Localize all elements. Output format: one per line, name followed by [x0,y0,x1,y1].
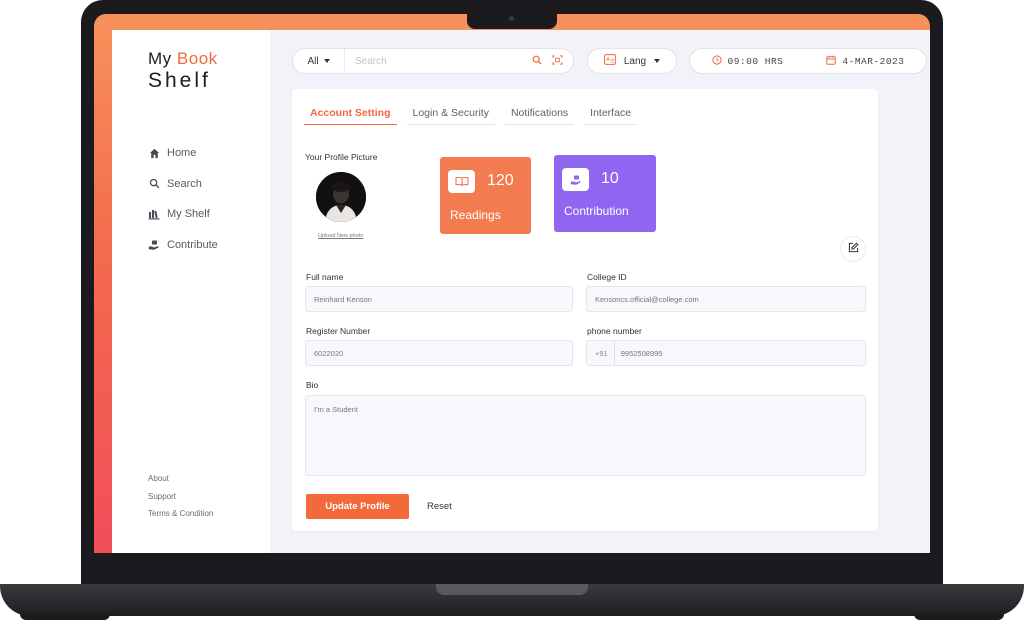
svg-text:文: 文 [610,57,615,64]
terms-link[interactable]: Terms & Condition [148,505,213,523]
edit-profile-button[interactable] [840,236,866,262]
language-selector[interactable]: A文 Lang [587,48,677,74]
register-number-label: Register Number [306,326,371,336]
search-icon[interactable] [532,52,542,70]
home-icon [148,147,160,159]
college-id-field[interactable]: Kensoncs.official@college.com [586,286,866,312]
search-input[interactable] [345,55,532,67]
phone-number-value: 9952508995 [620,348,663,358]
phone-number-label: phone number [587,326,642,336]
edit-icon [848,240,859,258]
brand-prefix: My [148,49,172,68]
calendar-icon [826,55,837,68]
college-id-value: Kensoncs.official@college.com [595,294,699,304]
clock-icon [711,54,722,68]
search-filter-value: All [307,55,319,67]
sidebar-item-label: Home [167,147,197,160]
brand-accent: Book [176,49,218,68]
readings-stat-card: 120 Readings [440,157,531,234]
sidebar-item-home[interactable]: Home [148,138,218,169]
laptop-foot-right [914,614,1004,620]
update-profile-button[interactable]: Update Profile [306,494,409,519]
bio-textarea[interactable]: I'm a Student [305,395,866,476]
bio-label: Bio [306,380,319,390]
contribution-count: 10 [601,170,619,187]
sidebar-footer-links: About Support Terms & Condition [148,470,213,523]
sidebar-item-contribute[interactable]: Contribute [148,230,218,261]
date-value: 4-MAR-2023 [842,55,905,67]
bio-value: I'm a Student [314,405,358,414]
register-number-field[interactable]: 6022020 [305,340,573,366]
camera-lens [509,16,514,21]
avatar [316,172,366,222]
country-code: +91 [595,341,615,365]
brand-shelf: Shelf [148,69,211,92]
sidebar: My Book Shelf Home Search My Shelf Contr… [112,30,270,553]
search-filter-dropdown[interactable]: All [293,49,345,73]
search-bar: All [292,48,574,74]
sidebar-item-search[interactable]: Search [148,169,218,200]
laptop-base-notch [436,584,588,595]
full-name-label: Full name [306,272,344,282]
readings-label: Readings [450,208,501,222]
reset-button[interactable]: Reset [427,494,452,519]
sidebar-item-label: My Shelf [167,208,210,221]
contribution-stat-card: 10 Contribution [554,155,656,232]
full-name-value: Reinhard Kenson [314,294,372,304]
readings-count: 120 [487,172,514,189]
laptop-foot-left [20,614,110,620]
contribute-icon [562,168,589,191]
tab-account-setting[interactable]: Account Setting [304,107,397,125]
upload-photo-link[interactable]: Upload New photo [318,233,363,239]
full-name-field[interactable]: Reinhard Kenson [305,286,573,312]
tab-notifications[interactable]: Notifications [504,107,575,125]
contribute-icon [148,239,160,251]
register-number-value: 6022020 [314,348,344,358]
tab-login-security[interactable]: Login & Security [406,107,495,125]
settings-tabs: Account Setting Login & Security Notific… [304,107,638,125]
language-label: Lang [623,55,647,67]
college-id-label: College ID [587,272,627,282]
search-icon [148,178,160,190]
about-link[interactable]: About [148,470,213,488]
support-link[interactable]: Support [148,488,213,506]
profile-picture-label: Your Profile Picture [305,152,378,162]
shelf-icon [148,208,160,220]
contribution-label: Contribution [564,204,629,218]
scan-icon[interactable] [552,52,563,70]
account-settings-card: Account Setting Login & Security Notific… [292,89,878,531]
phone-number-field[interactable]: +91 9952508995 [586,340,866,366]
sidebar-item-label: Search [167,177,202,190]
laptop-screen: My Book Shelf Home Search My Shelf Contr… [94,14,930,553]
sidebar-nav: Home Search My Shelf Contribute [148,138,218,260]
app-window: My Book Shelf Home Search My Shelf Contr… [112,30,930,553]
chevron-down-icon [323,59,330,63]
chevron-down-icon [654,59,661,63]
sidebar-item-my-shelf[interactable]: My Shelf [148,199,218,230]
sidebar-item-label: Contribute [167,238,218,251]
tab-interface[interactable]: Interface [584,107,638,125]
translate-icon: A文 [603,54,616,68]
time-date-display: 09:00 HRS 4-MAR-2023 [689,48,927,74]
book-icon [448,170,475,193]
brand-logo[interactable]: My Book Shelf [148,50,218,91]
time-value: 09:00 HRS [727,55,784,67]
